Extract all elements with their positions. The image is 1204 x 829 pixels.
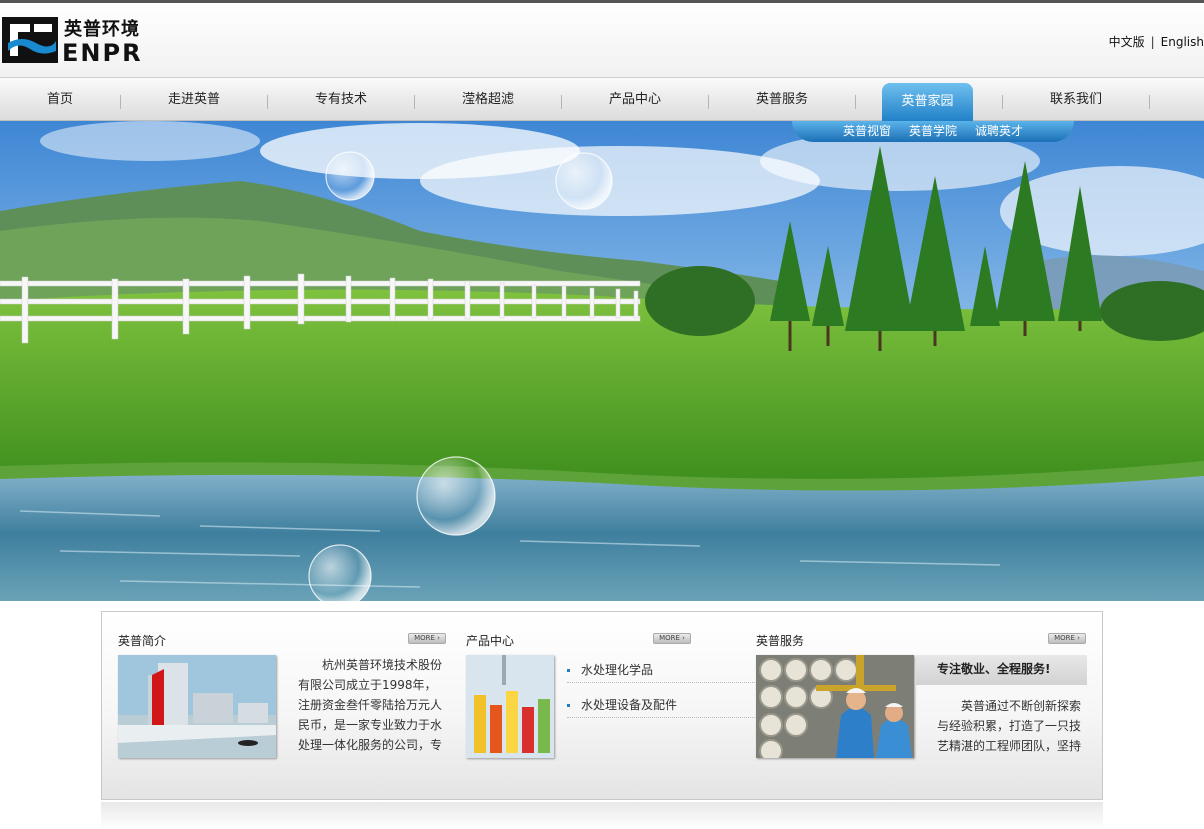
service-title: 英普服务: [756, 634, 805, 648]
logo-chinese-text: 英普环境: [64, 19, 140, 40]
content-panel: 英普简介 MORE › 杭州英普环境技术股份有限公司成立于1998年，注册资金叁…: [101, 611, 1103, 800]
nav-item-products[interactable]: 产品中心: [562, 78, 708, 122]
products-title: 产品中心: [466, 634, 515, 648]
nav-item-home-garden-active[interactable]: 英普家园: [882, 83, 973, 122]
main-nav: 首页 走进英普 专有技术 滢格超滤 产品中心 英普服务 英普家园 联系我们: [0, 77, 1204, 122]
intro-more-button[interactable]: MORE ›: [408, 633, 446, 644]
service-more-button[interactable]: MORE ›: [1048, 633, 1086, 644]
logo-mark-icon: [2, 17, 58, 63]
nav-item-ultrafiltration[interactable]: 滢格超滤: [415, 78, 561, 122]
nav-item-contact[interactable]: 联系我们: [1003, 78, 1149, 122]
lang-separator: |: [1150, 35, 1155, 49]
lang-chinese-link[interactable]: 中文版: [1109, 33, 1145, 50]
product-item-label: 水处理化学品: [581, 663, 654, 677]
bullet-icon: [567, 669, 570, 672]
products-thumbnail[interactable]: [466, 655, 554, 758]
nav-divider: [855, 95, 856, 109]
product-item-label: 水处理设备及配件: [581, 698, 678, 712]
hero-banner: [0, 121, 1204, 601]
bullet-icon: [567, 704, 570, 707]
subnav-item-careers[interactable]: 诚聘英才: [975, 124, 1023, 138]
intro-thumbnail[interactable]: [118, 655, 276, 758]
nav-item-about[interactable]: 走进英普: [121, 78, 267, 122]
panel-reflection: [101, 802, 1103, 829]
nav-item-service[interactable]: 英普服务: [709, 78, 855, 122]
intro-title: 英普简介: [118, 634, 167, 648]
site-logo[interactable]: 英普环境 ENPR: [2, 15, 152, 67]
landscape-image: [0, 121, 1204, 601]
lang-english-link[interactable]: English: [1161, 35, 1204, 49]
nav-item-technology[interactable]: 专有技术: [268, 78, 414, 122]
intro-text: 杭州英普环境技术股份有限公司成立于1998年，注册资金叁仟零陆拾万元人民币，是一…: [298, 658, 443, 752]
logo-english-text: ENPR: [62, 39, 143, 67]
products-more-button[interactable]: MORE ›: [653, 633, 691, 644]
sub-nav: 英普视窗 英普学院 诚聘英才: [792, 121, 1074, 142]
subnav-item-window[interactable]: 英普视窗: [843, 124, 891, 138]
service-headline: 专注敬业、全程服务!: [916, 655, 1087, 685]
nav-divider: [1149, 95, 1150, 109]
service-thumbnail[interactable]: [756, 655, 914, 758]
nav-item-home[interactable]: 首页: [0, 78, 120, 122]
language-switcher: 中文版 | English: [1109, 33, 1204, 50]
subnav-item-academy[interactable]: 英普学院: [909, 124, 957, 138]
service-text: 英普通过不断创新探索与经验积累，打造了一只技艺精湛的工程师团队，坚持: [937, 699, 1082, 753]
header: 英普环境 ENPR 中文版 | English: [0, 3, 1204, 77]
